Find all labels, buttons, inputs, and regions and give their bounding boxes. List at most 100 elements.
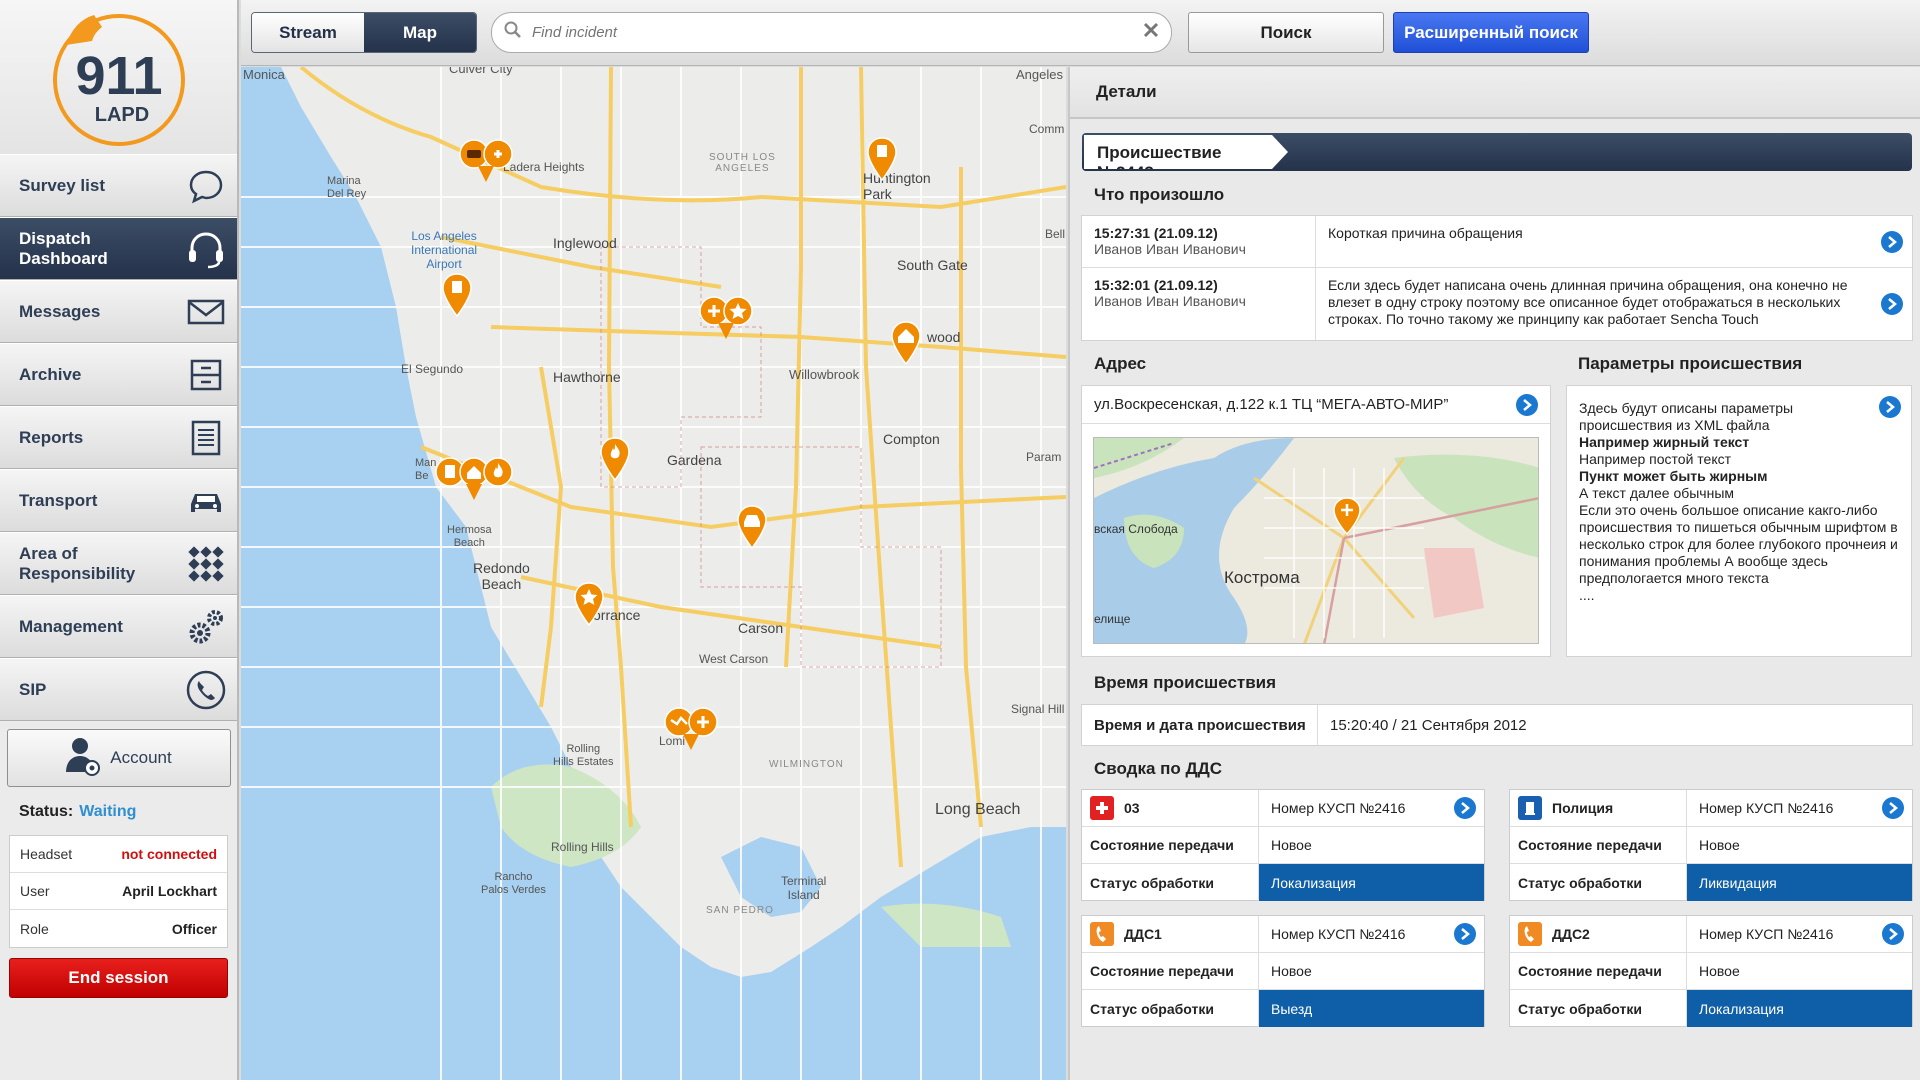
chevron-right-icon[interactable] — [1454, 923, 1476, 945]
map-canvas — [241, 67, 1066, 1080]
param-line: Например постой текст — [1579, 451, 1732, 467]
time-row: Время и дата происшествия 15:20:40 / 21 … — [1082, 705, 1912, 745]
incident-pin-accident-medical[interactable] — [663, 704, 721, 750]
incident-pin-fire[interactable] — [598, 436, 632, 482]
nav-label: SIP — [19, 679, 47, 699]
status-label: Статус обработки — [1082, 990, 1259, 1027]
status-label: Статус обработки — [1082, 864, 1259, 901]
event-text: Короткая причина обращения — [1328, 225, 1523, 241]
nav-transport[interactable]: Transport — [0, 469, 237, 532]
info-key: Headset — [20, 846, 73, 862]
info-row-role: Role Officer — [10, 910, 227, 947]
speech-bubble-icon — [185, 165, 227, 207]
gears-icon — [185, 606, 227, 648]
service-status-row: Статус обработки Локализация — [1510, 990, 1912, 1027]
map-label-lax: Los Angeles International Airport — [411, 229, 478, 271]
summary-title: Сводка по ДДС — [1094, 759, 1223, 778]
map-label-hawthorne: Hawthorne — [553, 369, 621, 385]
transfer-label: Состояние передачи — [1510, 953, 1687, 989]
event-person: Иванов Иван Иванович — [1094, 241, 1246, 257]
service-name-cell: 03 — [1082, 790, 1259, 826]
info-key: Role — [20, 920, 49, 937]
nav-sip[interactable]: SIP — [0, 658, 237, 721]
address-row[interactable]: ул.Воскресенская, д.122 к.1 ТЦ “МЕГА-АВТ… — [1082, 386, 1550, 424]
event-text: Если здесь будет написана очень длинная … — [1328, 277, 1848, 327]
incident-pin-police[interactable] — [440, 272, 474, 318]
info-value: not connected — [121, 846, 217, 862]
service-header-row[interactable]: Полиция Номер КУСП №2416 — [1510, 790, 1912, 827]
chevron-right-icon[interactable] — [1516, 393, 1538, 416]
transfer-label: Состояние передачи — [1082, 827, 1259, 863]
service-name: Полиция — [1552, 800, 1614, 816]
service-kusp-cell: Номер КУСП №2416 — [1687, 790, 1912, 826]
minimap-city-label: Кострома — [1224, 568, 1300, 587]
app-root: 911 LAPD Survey list Dispatch Dashboard … — [0, 0, 1920, 1080]
clear-icon[interactable] — [1143, 22, 1159, 43]
map-label-wilmington: WILMINGTON — [769, 759, 844, 770]
service-card-dds2: ДДС2 Номер КУСП №2416 Состояние передачи… — [1509, 915, 1913, 1027]
service-name: ДДС2 — [1552, 926, 1590, 942]
incident-map[interactable]: Monica Culver City Angeles Marina Del Re… — [241, 67, 1066, 1080]
nav-label: Reports — [19, 427, 84, 447]
chevron-right-icon[interactable] — [1454, 797, 1476, 819]
chevron-right-icon[interactable] — [1881, 293, 1903, 315]
event-time: 15:27:31 (21.09.12) — [1094, 225, 1218, 241]
police-badge-icon — [1518, 796, 1542, 820]
transfer-label: Состояние передачи — [1510, 827, 1687, 863]
map-label-gardena: Gardena — [667, 452, 722, 468]
param-line: Если это очень большое описание какго-ли… — [1579, 502, 1898, 586]
map-label-marina: Marina Del Rey — [327, 175, 367, 200]
incident-pin-car-medical[interactable] — [458, 136, 516, 182]
nav-reports[interactable]: Reports — [0, 406, 237, 469]
details-panel: Детали Происшествие №2443 Что произошло … — [1068, 67, 1920, 1080]
map-label-redondo: Redondo Beach — [473, 560, 530, 592]
nav-label: Messages — [19, 301, 101, 321]
address-minimap[interactable]: Кострома вская Слобода елище — [1093, 437, 1539, 644]
time-card: Время и дата происшествия 15:20:40 / 21 … — [1081, 704, 1913, 746]
map-label-hermosa: Hermosa Beach — [447, 524, 492, 549]
nav-survey-list[interactable]: Survey list — [0, 154, 237, 217]
end-session-button[interactable]: End session — [9, 958, 228, 998]
event-go — [1872, 216, 1912, 267]
address-text: ул.Воскресенская, д.122 к.1 ТЦ “МЕГА-АВТ… — [1094, 396, 1449, 413]
service-header-row[interactable]: ДДС2 Номер КУСП №2416 — [1510, 916, 1912, 953]
incident-pin-car[interactable] — [735, 504, 769, 550]
tab-stream[interactable]: Stream — [252, 13, 364, 52]
transfer-value: Новое — [1271, 837, 1312, 853]
service-name-cell: ДДС2 — [1510, 916, 1687, 952]
param-line: Здесь будут описаны параметры происшеств… — [1579, 400, 1794, 433]
service-name-cell: Полиция — [1510, 790, 1687, 826]
nav-dispatch-dashboard[interactable]: Dispatch Dashboard — [0, 217, 237, 280]
minimap-bottom-label: елище — [1094, 612, 1131, 626]
event-row[interactable]: 15:27:31 (21.09.12) Иванов Иван Иванович … — [1082, 216, 1912, 268]
tab-map[interactable]: Map — [364, 13, 476, 52]
nav-management[interactable]: Management — [0, 595, 237, 658]
nav-archive[interactable]: Archive — [0, 343, 237, 406]
find-button[interactable]: Поиск — [1188, 12, 1384, 53]
nav-label: Transport — [19, 490, 98, 510]
service-header-row[interactable]: 03 Номер КУСП №2416 — [1082, 790, 1484, 827]
advanced-search-button[interactable]: Расширенный поиск — [1393, 12, 1589, 53]
nav-messages[interactable]: Messages — [0, 280, 237, 343]
chevron-right-icon[interactable] — [1879, 396, 1901, 418]
param-line: .... — [1579, 587, 1595, 603]
logo-label: LAPD — [94, 104, 148, 126]
chevron-right-icon[interactable] — [1881, 230, 1903, 253]
medical-cross-icon — [1090, 796, 1114, 820]
incident-pin-home[interactable] — [889, 320, 923, 366]
nav-area-of-responsibility[interactable]: Area of Responsibility — [0, 532, 237, 595]
event-row[interactable]: 15:32:01 (21.09.12) Иванов Иван Иванович … — [1082, 268, 1912, 340]
service-header-row[interactable]: ДДС1 Номер КУСП №2416 — [1082, 916, 1484, 953]
envelope-icon — [185, 291, 227, 333]
nav-label: Management — [19, 616, 123, 636]
chevron-right-icon[interactable] — [1882, 923, 1904, 945]
search-input[interactable] — [532, 24, 1143, 41]
info-key: User — [20, 883, 50, 899]
incident-pin-police[interactable] — [865, 136, 899, 182]
chevron-right-icon[interactable] — [1882, 797, 1904, 819]
incident-pin-medical-star[interactable] — [698, 293, 756, 339]
incident-pin-police-home-fire[interactable] — [434, 454, 516, 500]
incident-pin-star[interactable] — [572, 581, 606, 627]
map-label-willowbrook: Willowbrook — [789, 367, 860, 382]
account-button[interactable]: Account — [7, 729, 231, 787]
